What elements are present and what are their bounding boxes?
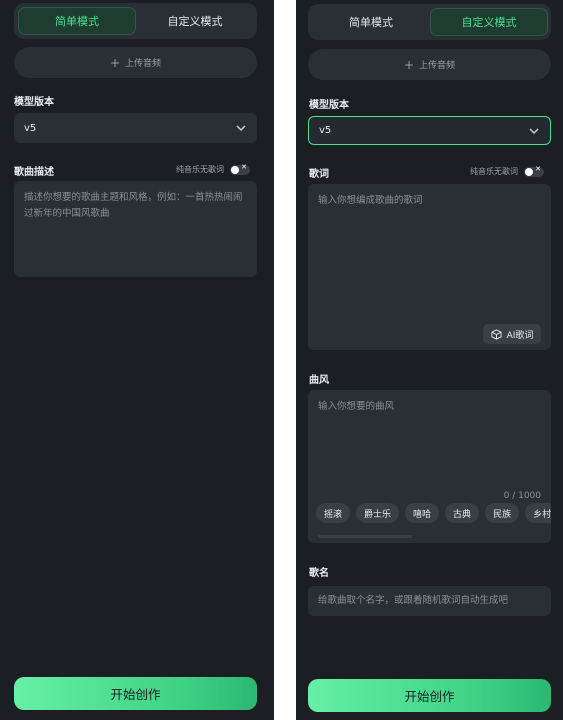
instrumental-toggle[interactable]: ✕ (230, 162, 250, 175)
style-chip-jazz[interactable]: 爵士乐 (356, 503, 400, 523)
chevron-down-icon (529, 127, 539, 134)
song-description-label: 歌曲描述 (14, 167, 54, 178)
close-icon: ✕ (241, 162, 247, 171)
mode-switch: 简单模式 自定义模式 (308, 4, 551, 40)
song-description-input[interactable]: 描述你想要的歌曲主题和风格，例如：一首热热闹闹过新年的中国风歌曲 (14, 181, 257, 277)
tab-simple-mode[interactable]: 简单模式 (312, 8, 430, 36)
upload-audio-label: 上传音频 (125, 59, 162, 69)
chevron-down-icon (236, 125, 246, 132)
lyrics-label: 歌词 (309, 169, 329, 180)
style-chip-list: 摇滚 爵士乐 嘻哈 古典 民族 乡村 (316, 503, 551, 523)
style-chip-rock[interactable]: 摇滚 (316, 503, 351, 523)
style-chip-classical[interactable]: 古典 (445, 503, 480, 523)
ai-lyrics-button[interactable]: AI歌词 (483, 324, 541, 344)
model-version-select[interactable]: v5 (308, 116, 551, 145)
song-description-placeholder: 描述你想要的歌曲主题和风格，例如：一首热热闹闹过新年的中国风歌曲 (24, 192, 243, 219)
tab-simple-mode[interactable]: 简单模式 (18, 7, 136, 35)
custom-mode-panel: 简单模式 自定义模式 + 上传音频 模型版本 v5 歌词 纯音乐无歌词 ✕ 输入… (296, 0, 563, 720)
model-version-select[interactable]: v5 (14, 113, 257, 143)
model-version-value: v5 (24, 122, 37, 134)
upload-audio-button[interactable]: + 上传音频 (14, 47, 257, 78)
tab-custom-mode[interactable]: 自定义模式 (430, 8, 548, 36)
style-chip-hiphop[interactable]: 嘻哈 (405, 503, 440, 523)
lyrics-placeholder: 输入你想编成歌曲的歌词 (318, 195, 423, 206)
chip-scrollbar[interactable] (318, 535, 412, 538)
style-chip-country[interactable]: 乡村 (525, 503, 551, 523)
model-version-value: v5 (319, 125, 332, 136)
style-char-counter: 0 / 1000 (503, 491, 541, 501)
song-name-label: 歌名 (309, 568, 329, 579)
plus-icon: + (403, 57, 415, 72)
start-create-button[interactable]: 开始创作 (14, 677, 257, 710)
simple-mode-panel: 简单模式 自定义模式 + 上传音频 模型版本 v5 歌曲描述 纯音乐无歌词 ✕ … (0, 0, 274, 720)
song-name-placeholder: 给歌曲取个名字，或跟着随机歌词自动生成吧 (318, 595, 509, 606)
instrumental-toggle-group: 纯音乐无歌词 ✕ (470, 164, 544, 177)
model-version-label: 模型版本 (14, 97, 54, 108)
start-create-button[interactable]: 开始创作 (308, 679, 551, 712)
ai-lyrics-label: AI歌词 (506, 330, 534, 341)
ai-cube-icon (491, 328, 502, 340)
instrumental-label: 纯音乐无歌词 (176, 165, 224, 174)
upload-audio-button[interactable]: + 上传音频 (308, 49, 551, 80)
instrumental-label: 纯音乐无歌词 (470, 167, 518, 176)
style-placeholder: 输入你想要的曲风 (318, 401, 395, 412)
mode-switch: 简单模式 自定义模式 (14, 3, 257, 39)
upload-audio-label: 上传音频 (419, 61, 456, 71)
plus-icon: + (109, 55, 121, 70)
style-label: 曲风 (309, 375, 329, 386)
model-version-label: 模型版本 (309, 100, 349, 111)
song-name-input[interactable]: 给歌曲取个名字，或跟着随机歌词自动生成吧 (308, 586, 551, 616)
tab-custom-mode[interactable]: 自定义模式 (136, 7, 254, 35)
instrumental-toggle[interactable]: ✕ (524, 164, 544, 177)
instrumental-toggle-group: 纯音乐无歌词 ✕ (176, 162, 250, 175)
style-chip-folk[interactable]: 民族 (485, 503, 520, 523)
close-icon: ✕ (535, 164, 541, 173)
